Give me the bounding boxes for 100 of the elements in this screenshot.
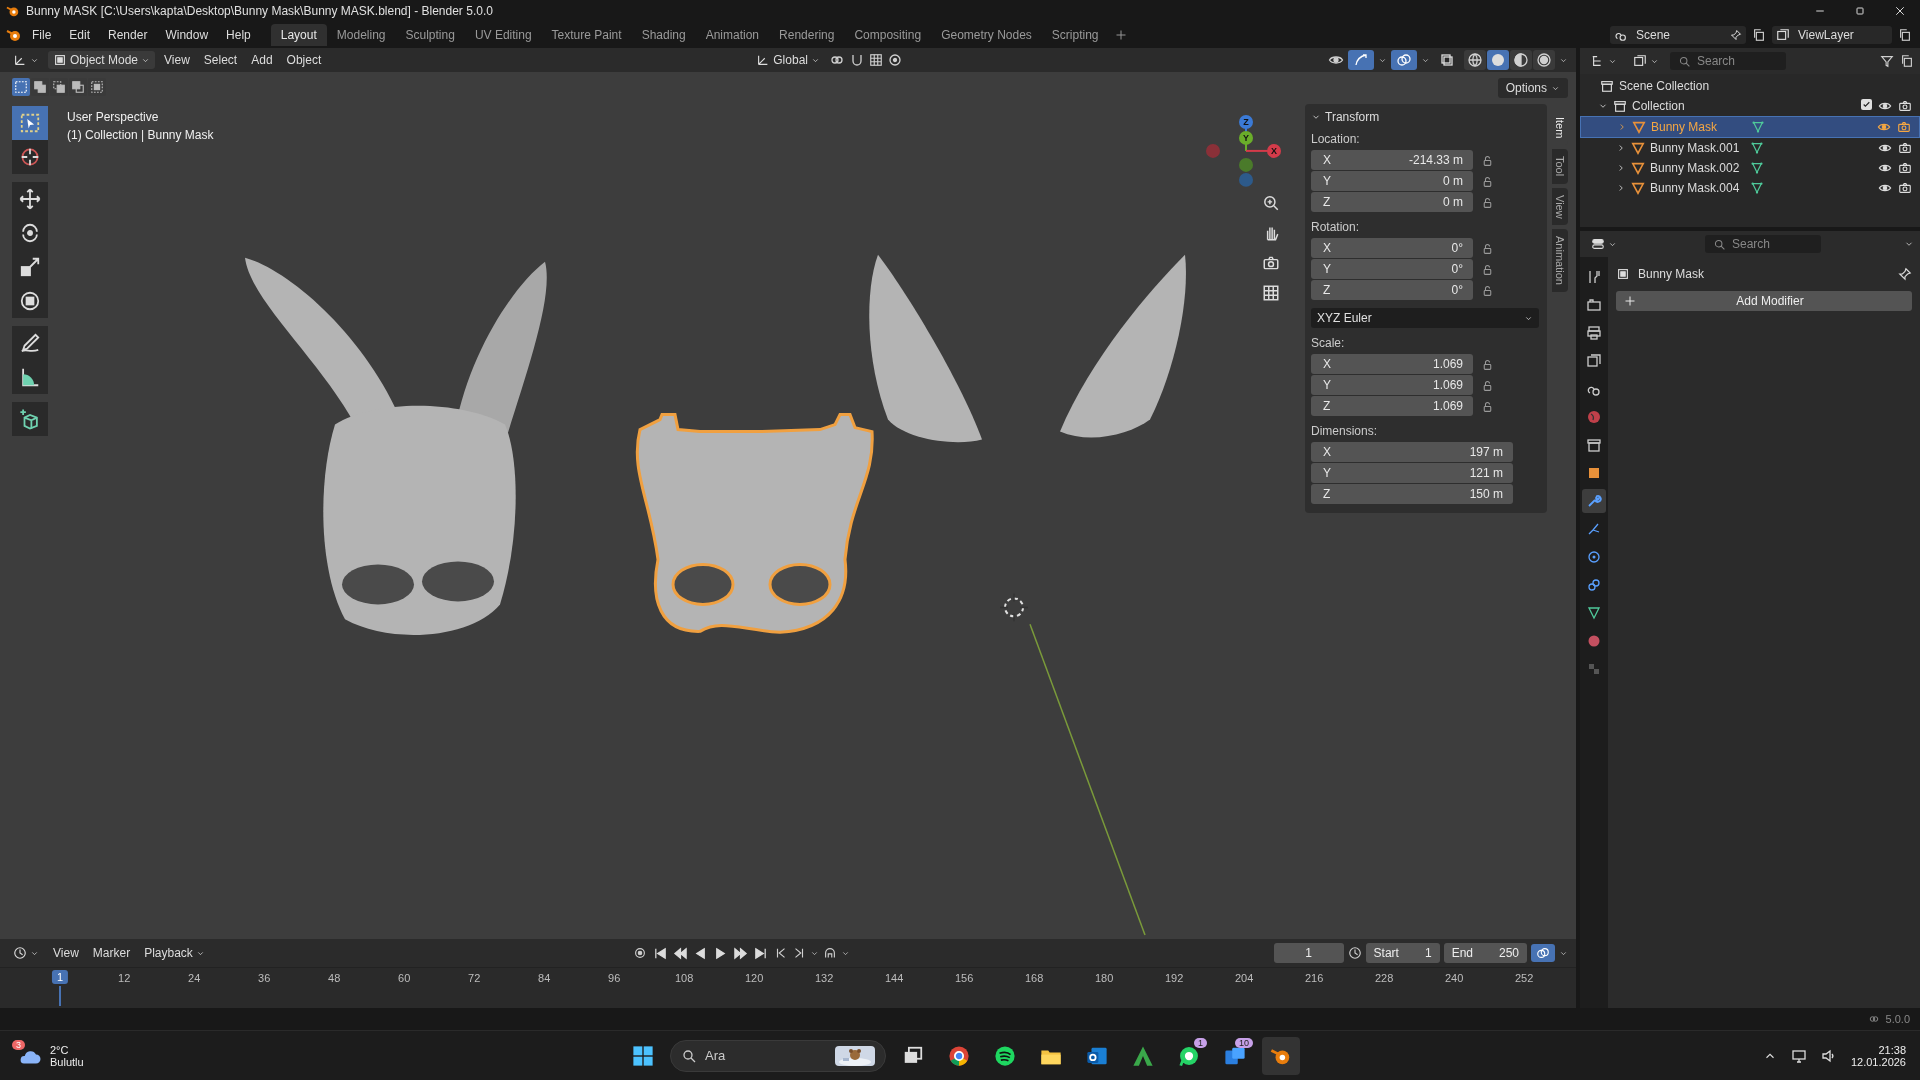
tool-button[interactable] xyxy=(12,402,48,436)
taskbar-app-button[interactable] xyxy=(1262,1036,1300,1075)
menu-item[interactable]: Add xyxy=(246,51,278,69)
tool-button[interactable] xyxy=(12,182,48,216)
tool-button[interactable] xyxy=(12,140,48,174)
number-field[interactable]: Z 1.069 xyxy=(1311,396,1473,416)
menu-item[interactable]: Object xyxy=(281,51,327,69)
shading-button[interactable] xyxy=(1464,50,1486,70)
3d-cursor[interactable] xyxy=(999,592,1029,623)
tree-item[interactable]: Collection xyxy=(1632,99,1685,113)
taskbar-app-button[interactable]: 1 xyxy=(1170,1036,1208,1075)
menu-item[interactable]: Render xyxy=(100,25,156,45)
grid-icon[interactable] xyxy=(868,53,883,67)
checkbox[interactable] xyxy=(1861,99,1872,110)
select-mode-button[interactable] xyxy=(12,78,30,96)
lock-icon[interactable] xyxy=(1481,174,1494,188)
end-frame-field[interactable]: End 250 xyxy=(1443,943,1527,963)
tool-button[interactable] xyxy=(12,284,48,318)
workspace-tab[interactable]: Shading xyxy=(631,24,696,46)
menu-item[interactable]: Help xyxy=(218,25,259,45)
shading-button[interactable] xyxy=(1510,50,1532,70)
logo-icon[interactable] xyxy=(6,27,22,43)
workspace-tab[interactable]: Geometry Nodes xyxy=(931,24,1042,46)
menu-item[interactable]: View xyxy=(48,944,84,962)
lock-icon[interactable] xyxy=(1481,283,1494,297)
close-icon[interactable] xyxy=(1894,5,1906,17)
tree-item[interactable]: Scene Collection xyxy=(1619,79,1710,93)
number-field[interactable]: Z 150 m xyxy=(1311,484,1513,504)
arch-icon[interactable] xyxy=(823,946,838,960)
search-field[interactable]: Search xyxy=(1705,235,1821,253)
rotation-mode-dropdown[interactable]: XYZ Euler xyxy=(1311,308,1539,328)
workspace-tab[interactable]: Layout xyxy=(270,24,327,46)
grid-icon[interactable] xyxy=(1262,284,1280,302)
number-field[interactable]: Z 0° xyxy=(1311,280,1473,300)
keying-button[interactable] xyxy=(1531,944,1555,962)
monitor-icon[interactable] xyxy=(1790,1047,1807,1064)
tool-button[interactable] xyxy=(12,326,48,360)
number-field[interactable]: Y 121 m xyxy=(1311,463,1513,483)
lock-icon[interactable] xyxy=(1481,153,1494,167)
workspace-tab[interactable]: Scripting xyxy=(1041,24,1109,46)
search-field[interactable]: Search xyxy=(1670,52,1786,70)
new-collection-icon[interactable] xyxy=(1900,54,1914,68)
add-icon[interactable] xyxy=(1114,29,1127,41)
lock-icon[interactable] xyxy=(1481,399,1494,413)
select-mode-button[interactable] xyxy=(50,78,68,96)
menu-item[interactable]: Edit xyxy=(61,25,99,45)
select-mode-button[interactable] xyxy=(31,78,49,96)
filter-icon[interactable] xyxy=(1880,54,1894,68)
number-field[interactable]: Y 0° xyxy=(1311,259,1473,279)
lock-icon[interactable] xyxy=(1481,378,1494,392)
taskbar-search-field[interactable]: Ara xyxy=(670,1039,886,1072)
mode-dropdown[interactable]: Object Mode xyxy=(48,51,156,69)
sidebar-tab[interactable]: Tool xyxy=(1552,149,1568,184)
zoom-icon[interactable] xyxy=(1262,194,1280,212)
tree-row[interactable]: Bunny Mask xyxy=(1580,116,1920,138)
add-modifier-button[interactable]: Add Modifier xyxy=(1616,291,1912,311)
number-field[interactable]: Y 0 m xyxy=(1311,171,1473,191)
toggle-button[interactable] xyxy=(1348,50,1374,70)
workspace-tab[interactable]: Animation xyxy=(695,24,770,46)
menu-item[interactable]: File xyxy=(24,25,60,45)
lock-icon[interactable] xyxy=(1481,195,1494,209)
navigation-gizmo[interactable]: Z Y X xyxy=(1206,114,1281,187)
record-icon[interactable] xyxy=(633,946,648,960)
scene-selector[interactable]: Scene xyxy=(1610,26,1746,44)
menu-item[interactable]: Marker xyxy=(87,944,136,962)
frame-field[interactable]: 1 xyxy=(1273,943,1344,963)
workspace-tab[interactable]: Modeling xyxy=(326,24,396,46)
shading-button[interactable] xyxy=(1533,50,1555,70)
camera-icon[interactable] xyxy=(1898,141,1912,155)
number-field[interactable]: Y 1.069 xyxy=(1311,375,1473,395)
workspace-tab[interactable]: Compositing xyxy=(844,24,932,46)
orientation-dropdown[interactable]: Global xyxy=(751,51,825,69)
tool-button[interactable] xyxy=(12,360,48,394)
camera-icon[interactable] xyxy=(1262,254,1280,272)
tree-row[interactable]: Bunny Mask.004 xyxy=(1580,178,1920,198)
menu-item[interactable]: Window xyxy=(157,25,217,45)
proportional-icon[interactable] xyxy=(886,52,903,68)
properties-tab[interactable] xyxy=(1582,489,1606,513)
workspace-tab[interactable]: Rendering xyxy=(769,24,845,46)
lock-icon[interactable] xyxy=(1481,241,1494,255)
sidebar-tab[interactable]: View xyxy=(1552,187,1568,226)
taskbar-app-button[interactable]: 10 xyxy=(1216,1036,1254,1075)
number-field[interactable]: Z 0 m xyxy=(1311,192,1473,212)
view-layer-selector[interactable]: ViewLayer xyxy=(1772,26,1892,44)
panel-title[interactable]: Transform xyxy=(1325,110,1380,124)
camera-icon[interactable] xyxy=(1898,161,1912,175)
tree-row[interactable]: Bunny Mask.002 xyxy=(1580,158,1920,178)
toggle-button[interactable] xyxy=(1391,50,1417,70)
menu-item[interactable]: View xyxy=(159,51,195,69)
select-mode-button[interactable] xyxy=(88,78,106,96)
maximize-icon[interactable] xyxy=(1854,5,1866,17)
number-field[interactable]: X 0° xyxy=(1311,238,1473,258)
number-field[interactable]: X -214.33 m xyxy=(1311,150,1473,170)
lock-icon[interactable] xyxy=(1481,262,1494,276)
tree-row[interactable]: Bunny Mask.001 xyxy=(1580,138,1920,158)
lock-icon[interactable] xyxy=(1481,357,1494,371)
menu-item[interactable]: Select xyxy=(198,51,243,69)
copy-icon[interactable] xyxy=(1898,28,1912,42)
shading-button[interactable] xyxy=(1487,50,1509,70)
playback-dropdown[interactable]: Playback xyxy=(139,944,210,962)
